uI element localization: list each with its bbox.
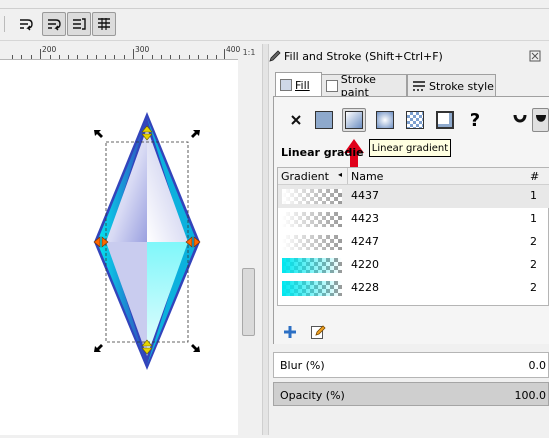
gradient-name: 4228 bbox=[351, 281, 379, 294]
sort-arrow-icon: ◂ bbox=[338, 170, 343, 179]
tab-stroke-style-label: Stroke style bbox=[429, 79, 494, 93]
question-icon: ? bbox=[469, 109, 481, 131]
gradient-name: 4247 bbox=[351, 235, 379, 248]
text-toolbar bbox=[0, 0, 549, 41]
gradient-count: 1 bbox=[530, 212, 537, 225]
radial-gradient-icon bbox=[376, 111, 394, 129]
gradient-count: 2 bbox=[530, 235, 537, 248]
fill-icon bbox=[280, 79, 292, 91]
fill-rule-evenodd-button[interactable] bbox=[508, 108, 532, 132]
unset-paint-button[interactable]: ? bbox=[463, 108, 487, 132]
pencil-icon bbox=[311, 325, 326, 339]
gradient-swatch bbox=[282, 281, 342, 296]
drawing-canvas[interactable] bbox=[0, 60, 238, 435]
gradient-count: 2 bbox=[530, 281, 537, 294]
text-flow-button-1[interactable] bbox=[14, 12, 38, 36]
close-icon bbox=[529, 50, 541, 62]
fill-rule-nonzero-icon bbox=[535, 115, 546, 122]
blur-field[interactable]: Blur (%) 0.0 bbox=[273, 352, 549, 378]
text-flow-button-2[interactable] bbox=[42, 12, 66, 36]
ruler-label: 300 bbox=[135, 45, 150, 54]
text-columns-icon bbox=[98, 18, 110, 30]
vertical-scrollbar[interactable] bbox=[240, 60, 258, 435]
dialog-title-bar: Fill and Stroke (Shift+Ctrl+F) bbox=[269, 46, 549, 66]
pattern-icon bbox=[406, 111, 424, 129]
column-header-count[interactable]: # bbox=[530, 170, 539, 183]
gradient-count: 2 bbox=[530, 258, 537, 271]
gradient-name: 4437 bbox=[351, 189, 379, 202]
gradient-row[interactable]: 4220 2 bbox=[278, 254, 549, 277]
section-heading: Linear gradie bbox=[281, 146, 364, 159]
radial-gradient-button[interactable] bbox=[373, 108, 397, 132]
ruler-tick bbox=[133, 49, 134, 59]
gradient-swatch bbox=[282, 189, 342, 204]
text-flow-icon bbox=[73, 18, 86, 30]
opacity-field[interactable]: Opacity (%) 100.0 bbox=[273, 382, 549, 406]
opacity-value: 100.0 bbox=[514, 389, 547, 402]
opacity-label: Opacity (%) bbox=[280, 389, 345, 402]
pattern-button[interactable] bbox=[403, 108, 427, 132]
dialog-title: Fill and Stroke (Shift+Ctrl+F) bbox=[284, 49, 443, 63]
scrollbar-thumb[interactable] bbox=[242, 268, 255, 336]
toolbar-top-edge bbox=[0, 0, 549, 9]
gradient-swatch bbox=[282, 212, 342, 227]
column-header-gradient[interactable]: Gradient bbox=[281, 170, 329, 183]
canvas-drawing bbox=[93, 112, 201, 370]
plus-icon bbox=[284, 326, 296, 338]
tooltip: Linear gradient bbox=[369, 139, 451, 157]
swatch-icon bbox=[436, 111, 454, 129]
text-flow-icon bbox=[20, 19, 33, 31]
gradient-name: 4220 bbox=[351, 258, 379, 271]
flat-color-button[interactable] bbox=[312, 108, 336, 132]
fill-rule-nonzero-button[interactable] bbox=[532, 108, 549, 132]
gradient-swatch bbox=[282, 235, 342, 250]
x-icon bbox=[291, 115, 301, 125]
edit-gradient-button[interactable] bbox=[310, 324, 326, 340]
gradient-list-header: Gradient ◂ Name # bbox=[278, 168, 549, 185]
ruler-label: 400 bbox=[226, 45, 241, 54]
tab-stroke-paint[interactable]: Stroke paint bbox=[321, 73, 407, 99]
blur-value: 0.0 bbox=[528, 359, 547, 372]
text-flow-button-3[interactable] bbox=[67, 12, 91, 36]
toolbar-separator bbox=[4, 16, 5, 32]
gradient-name: 4423 bbox=[351, 212, 379, 225]
panel-splitter[interactable] bbox=[262, 44, 269, 435]
tab-stroke-style[interactable]: Stroke style bbox=[407, 74, 496, 97]
gradient-swatch bbox=[282, 258, 342, 273]
flat-color-icon bbox=[315, 111, 333, 129]
linear-gradient-button[interactable] bbox=[342, 108, 366, 132]
dialog-menu-button[interactable] bbox=[529, 50, 541, 62]
tab-fill[interactable]: Fill bbox=[275, 72, 322, 97]
horizontal-ruler: 200 300 400 bbox=[0, 44, 241, 60]
linear-gradient-icon bbox=[345, 111, 363, 129]
gradient-row[interactable]: 4247 2 bbox=[278, 231, 549, 254]
gradient-count: 1 bbox=[530, 189, 537, 202]
column-header-name[interactable]: Name bbox=[351, 170, 383, 183]
blur-label: Blur (%) bbox=[280, 359, 325, 372]
gradient-row[interactable]: 4423 1 bbox=[278, 208, 549, 231]
zoom-corner-button[interactable]: 1:1 bbox=[240, 44, 258, 60]
stroke-paint-icon bbox=[326, 80, 338, 92]
ruler-label: 200 bbox=[42, 45, 57, 54]
no-paint-button[interactable] bbox=[284, 108, 308, 132]
text-flow-icon bbox=[48, 19, 61, 31]
ruler-tick bbox=[224, 49, 225, 59]
gradient-row[interactable]: 4228 2 bbox=[278, 277, 549, 300]
gradient-row[interactable]: 4437 1 bbox=[278, 185, 549, 208]
fill-rule-evenodd-icon bbox=[513, 114, 527, 123]
add-gradient-button[interactable] bbox=[282, 324, 298, 340]
stroke-style-icon bbox=[413, 81, 425, 91]
ruler-tick bbox=[40, 49, 41, 59]
paint-brush-icon bbox=[269, 50, 281, 62]
text-flow-button-4[interactable] bbox=[92, 12, 116, 36]
tab-fill-label: Fill bbox=[295, 78, 310, 92]
swatch-button[interactable] bbox=[433, 108, 457, 132]
